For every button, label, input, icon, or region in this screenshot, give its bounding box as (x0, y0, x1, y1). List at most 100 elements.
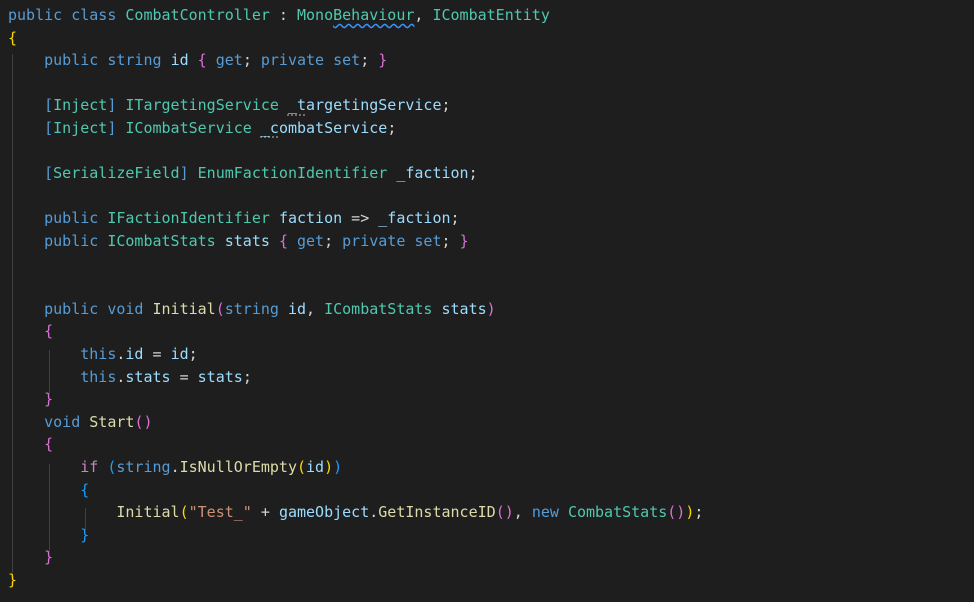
code-editor[interactable]: public class CombatController : MonoBeha… (0, 0, 974, 602)
code-token: [ (44, 119, 54, 137)
code-line[interactable]: Initial("Test_" + gameObject.GetInstance… (8, 501, 703, 523)
code-line[interactable]: { (8, 27, 17, 49)
code-line[interactable]: { (8, 320, 53, 342)
code-token: : (269, 6, 297, 24)
code-token: this (80, 367, 117, 386)
code-token: string (107, 51, 162, 70)
code-token: } (459, 232, 469, 250)
code-token: set (333, 51, 361, 70)
code-line[interactable]: public void Initial(string id, ICombatSt… (8, 298, 496, 320)
code-token: ; (441, 96, 451, 115)
code-token: ; (450, 209, 460, 228)
code-line[interactable]: this.id = id; (8, 343, 198, 365)
code-line[interactable]: public class CombatController : MonoBeha… (8, 4, 550, 26)
code-token: void (107, 299, 144, 318)
code-token: ] (179, 164, 189, 183)
code-token: ; (242, 51, 261, 70)
code-token: stats (197, 367, 243, 386)
code-token: ITargetingService (125, 96, 279, 115)
code-token: CombatController (125, 6, 270, 24)
code-line[interactable]: [SerializeField] EnumFactionIdentifier _… (8, 162, 478, 184)
code-token: + (251, 503, 279, 522)
code-token: ) (324, 458, 334, 476)
code-line[interactable]: this.stats = stats; (8, 366, 252, 388)
code-token: { (197, 51, 207, 70)
code-token: SerializeField (53, 164, 180, 183)
code-token: set (414, 232, 442, 250)
code-token: [ (44, 96, 54, 115)
code-line[interactable]: if (string.IsNullOrEmpty(id)) (8, 456, 342, 478)
code-token: . (170, 458, 180, 476)
code-token: _c (260, 119, 279, 137)
code-line[interactable]: public ICombatStats stats { get; private… (8, 230, 469, 252)
code-token: ; (360, 51, 379, 70)
code-token: ; (188, 345, 198, 363)
code-line[interactable]: } (8, 546, 53, 568)
code-token: string (116, 458, 171, 476)
code-token: faction (278, 209, 343, 228)
code-token: () (667, 503, 686, 522)
code-token: private (260, 51, 325, 70)
code-token: { (278, 232, 288, 250)
code-token: get (297, 232, 325, 250)
code-token: { (44, 322, 54, 341)
code-line[interactable]: { (8, 433, 53, 455)
code-token: ( (215, 299, 225, 318)
code-token: ) (486, 299, 496, 318)
code-token: stats (224, 232, 270, 250)
code-token: public (44, 51, 99, 70)
code-token: Initial (152, 299, 216, 318)
code-token: } (8, 571, 18, 589)
code-token: ; (468, 164, 478, 183)
code-token: "Test_" (188, 503, 252, 522)
code-line[interactable]: [Inject] ITargetingService _targetingSer… (8, 94, 451, 116)
code-token: , (513, 503, 532, 522)
code-line[interactable]: } (8, 388, 53, 410)
code-token: stats (441, 299, 487, 318)
code-line[interactable]: { (8, 479, 89, 501)
code-line[interactable]: public string id { get; private set; } (8, 49, 387, 71)
code-token: ( (179, 503, 189, 522)
code-token: Initial (116, 503, 180, 522)
code-line[interactable]: [Inject] ICombatService _combatService; (8, 117, 396, 139)
code-token: argetingService (306, 96, 442, 115)
code-line[interactable]: } (8, 524, 89, 546)
code-token: => (342, 209, 379, 228)
code-line[interactable]: public IFactionIdentifier faction => _fa… (8, 207, 460, 229)
code-token: ICombatStats (324, 299, 433, 318)
code-line[interactable]: void Start() (8, 411, 152, 433)
code-line[interactable]: } (8, 569, 17, 591)
code-token: public (44, 232, 99, 250)
code-token: IsNullOrEmpty (179, 458, 297, 476)
code-token: ICombatEntity (432, 6, 550, 24)
code-token: gameObject (278, 503, 370, 522)
code-token: { (44, 435, 54, 454)
code-token: . (369, 503, 379, 522)
code-token: ; (242, 367, 252, 386)
code-token: id (287, 299, 307, 318)
code-token: ombatService (278, 119, 388, 137)
code-token: id (170, 345, 189, 363)
code-token: private (342, 232, 406, 250)
code-token: Mono (297, 6, 334, 24)
